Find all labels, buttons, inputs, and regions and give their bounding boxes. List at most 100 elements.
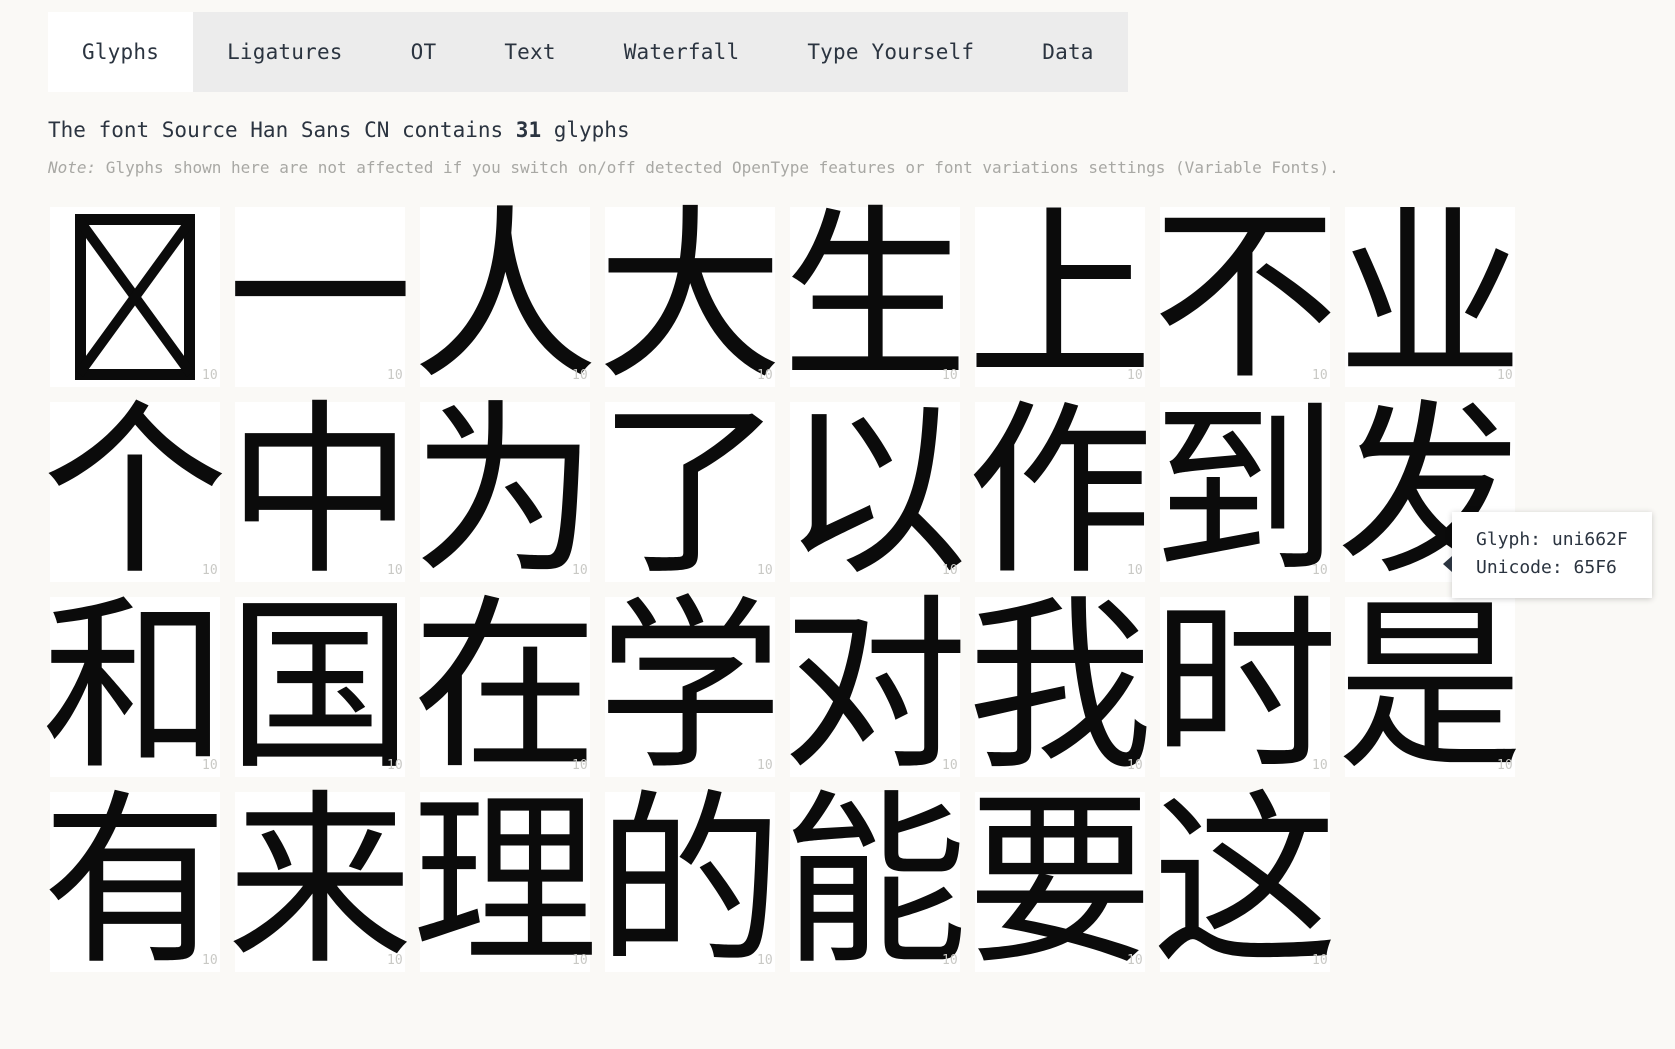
glyph-cell[interactable]: 是 10 [1337,594,1523,780]
glyph-cell-id: 10 [387,368,403,383]
glyph-cell[interactable]: 在 10 [412,594,598,780]
glyph-cell-id: 10 [1127,563,1143,578]
glyph-character: 中 [226,383,414,600]
glyph-character: 学 [596,578,784,795]
glyph-cell[interactable]: 了 10 [597,399,783,585]
glyph-cell-id: 10 [942,563,958,578]
glyph-character: 理 [411,773,599,990]
glyph-count: 31 [515,118,542,142]
glyph-cell[interactable]: 有 10 [42,789,228,975]
tooltip-arrow-icon [1443,556,1452,572]
glyph-cell[interactable]: 不 10 [1152,204,1338,390]
glyph-cell[interactable]: 中 10 [227,399,413,585]
glyph-cell-id: 10 [757,368,773,383]
glyph-cell[interactable]: 作 10 [967,399,1153,585]
glyph-cell-id: 10 [942,758,958,773]
glyph-cell-id: 10 [1312,758,1328,773]
glyph-cell-id: 10 [1127,953,1143,968]
glyph-cell[interactable]: 国 10 [227,594,413,780]
glyph-cell-id: 10 [572,758,588,773]
tab-ot[interactable]: OT [376,12,471,92]
notdef-box-icon [75,214,195,380]
glyph-cell[interactable]: 理 10 [412,789,598,975]
glyph-character: 了 [596,383,784,600]
glyph-character: 上 [966,188,1154,405]
glyph-character: 的 [596,773,784,990]
glyph-cell[interactable]: 到 10 [1152,399,1338,585]
glyph-cell[interactable]: 来 10 [227,789,413,975]
glyph-character: 来 [226,773,414,990]
glyph-character: 时 [1151,578,1339,795]
glyph-cell[interactable]: 要 10 [967,789,1153,975]
glyph-character: 大 [596,188,784,405]
glyph-cell-id: 10 [202,563,218,578]
glyph-cell-id: 10 [202,368,218,383]
glyph-cell-id: 10 [757,758,773,773]
glyph-cell-id: 10 [387,563,403,578]
glyph-character: 到 [1151,383,1339,600]
glyph-cell[interactable]: 生 10 [782,204,968,390]
glyph-cell-id: 10 [202,953,218,968]
glyph-character: 我 [966,578,1154,795]
glyph-cell-id: 10 [942,368,958,383]
glyph-tooltip: Glyph: uni662F Unicode: 65F6 [1443,512,1652,598]
glyph-cell[interactable]: 和 10 [42,594,228,780]
glyph-grid: 10 一 10 人 10 大 10 生 10 上 10 不 10 业 10 个 10 中 10 为 10 了 10 以 10 作 1… [42,204,1650,975]
tab-ligatures[interactable]: Ligatures [193,12,377,92]
glyph-cell-id: 10 [757,563,773,578]
glyph-character: 对 [781,578,969,795]
notdef-glyph-icon [75,214,195,380]
glyph-cell[interactable]: 对 10 [782,594,968,780]
tab-glyphs[interactable]: Glyphs [48,12,194,92]
glyph-cell[interactable]: 10 [50,207,220,387]
glyph-character: 人 [411,188,599,405]
glyph-character: 要 [966,773,1154,990]
page-title: The font Source Han Sans CN contains 31 … [48,118,630,142]
glyph-cell[interactable]: 业 10 [1337,204,1523,390]
glyph-cell[interactable]: 的 10 [597,789,783,975]
glyph-cell-id: 10 [387,758,403,773]
page-title-suffix: glyphs [541,118,630,142]
glyph-cell-id: 10 [1312,368,1328,383]
glyph-cell[interactable]: 能 10 [782,789,968,975]
glyph-cell-id: 10 [572,953,588,968]
glyph-cell[interactable]: 上 10 [967,204,1153,390]
glyph-cell[interactable]: 个 10 [42,399,228,585]
glyph-cell[interactable]: 人 10 [412,204,598,390]
tooltip-unicode: Unicode: 65F6 [1476,556,1617,578]
tab-data[interactable]: Data [1008,12,1128,92]
tab-bar: Glyphs Ligatures OT Text Waterfall Type Yours… [48,12,1128,92]
note-label: Note: [48,158,97,177]
glyph-cell-empty [1345,792,1515,972]
glyph-cell[interactable]: 大 10 [597,204,783,390]
note-text: Note: Glyphs shown here are not affected… [48,158,1339,177]
glyph-cell-id: 10 [1127,368,1143,383]
glyph-cell-id: 10 [202,758,218,773]
glyph-character: 能 [781,773,969,990]
glyph-cell[interactable]: 以 10 [782,399,968,585]
glyph-character: 这 [1151,773,1339,990]
glyph-character: 以 [781,383,969,600]
glyph-cell[interactable]: 为 10 [412,399,598,585]
glyph-cell-id: 10 [1497,368,1513,383]
tooltip-glyph-name: Glyph: uni662F [1476,529,1628,550]
glyph-cell-id: 10 [572,368,588,383]
glyph-cell-id: 10 [942,953,958,968]
glyph-cell[interactable]: 学 10 [597,594,783,780]
glyph-cell-id: 10 [1312,953,1328,968]
glyph-cell[interactable]: 我 10 [967,594,1153,780]
glyph-cell-id: 10 [572,563,588,578]
glyph-character: 是 [1336,578,1524,795]
tab-type-yourself[interactable]: Type Yourself [773,12,1009,92]
glyph-character: 国 [226,578,414,795]
glyph-cell-id: 10 [1497,758,1513,773]
glyph-cell[interactable]: 这 10 [1152,789,1338,975]
glyph-cell-id: 10 [1127,758,1143,773]
glyph-character: 个 [41,383,229,600]
glyph-cell[interactable]: 一 10 [227,204,413,390]
glyph-cell-id: 10 [1312,563,1328,578]
glyph-cell[interactable]: 时 10 [1152,594,1338,780]
tab-waterfall[interactable]: Waterfall [589,12,774,92]
tab-text[interactable]: Text [470,12,590,92]
glyph-character: 生 [781,188,969,405]
